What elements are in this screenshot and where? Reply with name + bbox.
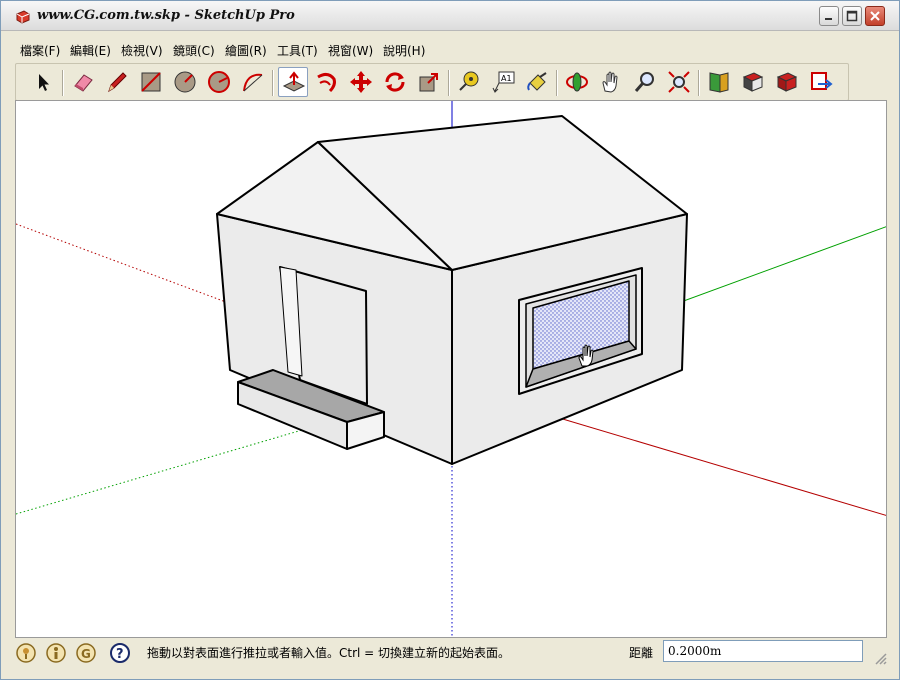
- pencil-tool-button[interactable]: [102, 67, 132, 97]
- resize-grip-icon[interactable]: [873, 651, 887, 665]
- window-title: www.CG.com.tw.skp - SketchUp Pro: [37, 8, 295, 23]
- menu-view[interactable]: 檢視(V): [121, 42, 163, 59]
- paint-bucket-tool-button[interactable]: [522, 67, 552, 97]
- move-tool-button[interactable]: [346, 67, 376, 97]
- svg-text:?: ?: [116, 647, 124, 662]
- close-button[interactable]: [865, 6, 885, 26]
- status-bar: G ? 拖動以對表面進行推拉或者輸入值。Ctrl = 切換建立新的起始表面。 距…: [1, 639, 899, 679]
- eraser-tool-button[interactable]: [68, 67, 98, 97]
- eraser-icon: [74, 74, 93, 92]
- orbit-tool-button[interactable]: [562, 67, 592, 97]
- polygon-tool-button[interactable]: [204, 67, 234, 97]
- export-icon: [811, 72, 833, 90]
- maximize-icon: [846, 10, 858, 22]
- menu-draw[interactable]: 繪圖(R): [225, 42, 267, 59]
- menu-help[interactable]: 說明(H): [383, 42, 425, 59]
- zoom-tool-button[interactable]: [630, 67, 660, 97]
- warehouse-button[interactable]: [704, 67, 734, 97]
- arc-icon: [243, 73, 263, 92]
- maximize-button[interactable]: [842, 6, 862, 26]
- close-icon: [870, 11, 880, 21]
- menu-tools[interactable]: 工具(T): [277, 42, 318, 59]
- minimize-icon: [825, 18, 832, 20]
- export-button[interactable]: [806, 67, 836, 97]
- pan-icon: [602, 71, 618, 93]
- menu-edit[interactable]: 編輯(E): [70, 42, 111, 59]
- sketchup-window: www.CG.com.tw.skp - SketchUp Pro 檔案(F) 編…: [0, 0, 900, 680]
- share-model-button[interactable]: [772, 67, 802, 97]
- svg-text:A1: A1: [501, 74, 512, 83]
- title-bar: www.CG.com.tw.skp - SketchUp Pro: [1, 1, 899, 31]
- select-icon: [39, 74, 49, 91]
- rectangle-tool-button[interactable]: [136, 67, 166, 97]
- large-tool-set-toolbar: A1: [15, 63, 849, 101]
- follow-me-tool-button[interactable]: [312, 67, 342, 97]
- sketchup-logo-icon: [16, 10, 30, 24]
- scale-tool-button[interactable]: [414, 67, 444, 97]
- toolbar-separator: [272, 70, 274, 96]
- measurements-input[interactable]: 0.2000m: [663, 640, 863, 662]
- polygon-icon: [208, 71, 230, 93]
- text-tool-button[interactable]: A1: [488, 67, 518, 97]
- share-model-icon: [776, 72, 798, 92]
- paint-bucket-icon: [527, 72, 547, 91]
- menu-bar: 檔案(F) 編輯(E) 檢視(V) 鏡頭(C) 繪圖(R) 工具(T) 視窗(W…: [1, 39, 899, 61]
- circle-icon: [174, 71, 196, 93]
- zoom-extents-icon: [668, 71, 690, 93]
- pencil-icon: [108, 72, 127, 93]
- pan-tool-button[interactable]: [596, 67, 626, 97]
- geo-location-icon[interactable]: [15, 642, 37, 664]
- follow-me-icon: [317, 72, 336, 93]
- status-message: 拖動以對表面進行推拉或者輸入值。Ctrl = 切換建立新的起始表面。: [147, 646, 511, 660]
- move-icon: [350, 71, 372, 93]
- toolbar-separator: [62, 70, 64, 96]
- orbit-icon: [566, 72, 588, 92]
- circle-tool-button[interactable]: [170, 67, 200, 97]
- components-button[interactable]: [738, 67, 768, 97]
- rectangle-icon: [141, 72, 161, 92]
- toolbar-separator: [698, 70, 700, 96]
- house-model[interactable]: [216, 115, 688, 465]
- push-pull-tool-button[interactable]: [278, 67, 308, 97]
- drawing-viewport[interactable]: [15, 100, 887, 638]
- scale-icon: [419, 73, 438, 92]
- help-icon[interactable]: ?: [109, 642, 131, 664]
- toolbar-separator: [556, 70, 558, 96]
- menu-file[interactable]: 檔案(F): [20, 42, 60, 59]
- menu-window[interactable]: 視窗(W): [328, 42, 373, 59]
- zoom-icon: [634, 72, 654, 92]
- warehouse-icon: [709, 72, 729, 93]
- rotate-tool-button[interactable]: [380, 67, 410, 97]
- components-icon: [742, 72, 764, 92]
- svg-text:G: G: [81, 647, 91, 661]
- rotate-icon: [385, 72, 405, 92]
- menu-camera[interactable]: 鏡頭(C): [173, 42, 215, 59]
- text-icon: A1: [492, 71, 515, 93]
- zoom-extents-tool-button[interactable]: [664, 67, 694, 97]
- arc-tool-button[interactable]: [238, 67, 268, 97]
- toolbar-separator: [448, 70, 450, 96]
- minimize-button[interactable]: [819, 6, 839, 26]
- model-scene: [16, 101, 886, 637]
- tape-measure-tool-button[interactable]: [454, 67, 484, 97]
- select-tool-button[interactable]: [28, 67, 58, 97]
- measurements-label: 距離: [629, 646, 654, 660]
- push-pull-icon: [282, 71, 306, 92]
- credits-icon[interactable]: [45, 642, 67, 664]
- tape-measure-icon: [459, 71, 479, 91]
- google-signin-icon[interactable]: G: [75, 642, 97, 664]
